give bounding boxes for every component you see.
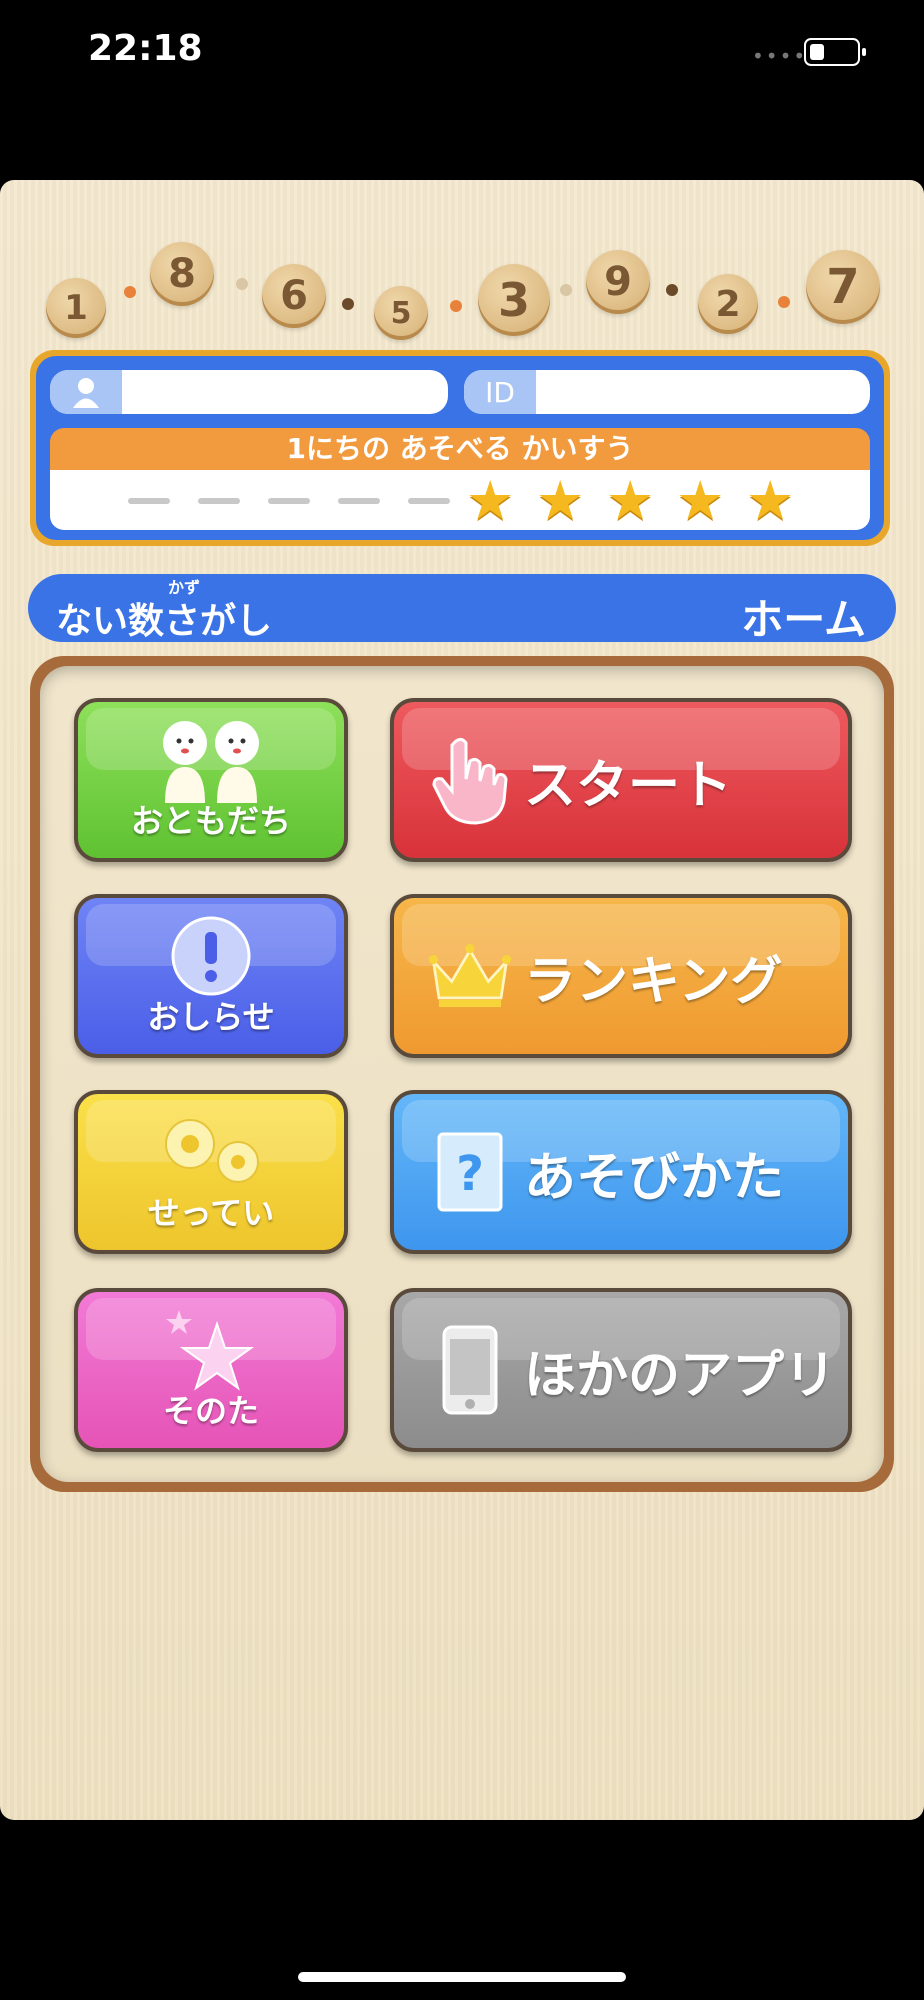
ranking-button[interactable]: ランキング	[390, 894, 852, 1058]
digit-chip: 5	[374, 286, 428, 340]
news-button[interactable]: おしらせ	[74, 894, 348, 1058]
svg-text:?: ?	[456, 1146, 484, 1202]
howto-button[interactable]: ? あそびかた	[390, 1090, 852, 1254]
signal-icon: ••••	[752, 44, 808, 68]
dot-decoration	[560, 284, 572, 296]
settings-label: せってい	[147, 1194, 275, 1232]
star-icon: ★	[536, 469, 585, 532]
star-icon: ★	[746, 469, 795, 532]
dot-decoration	[236, 278, 248, 290]
battery-icon	[804, 38, 866, 66]
gears-icon	[78, 1108, 344, 1196]
user-name-field	[50, 370, 448, 414]
dot-decoration	[124, 286, 136, 298]
pointing-hand-icon	[428, 702, 512, 858]
person-icon	[50, 370, 122, 414]
dot-decoration	[778, 296, 790, 308]
used-play-dash	[128, 498, 170, 504]
crown-icon	[428, 898, 512, 1054]
ranking-label: ランキング	[524, 951, 783, 1012]
game-title: ない数さがし	[56, 601, 273, 642]
smartphone-icon	[428, 1292, 512, 1448]
menu-board: おともだち スタート おしらせ ランキング せってい ? あそびかた そのた ほ…	[30, 656, 894, 1492]
dot-decoration	[666, 284, 678, 296]
digit-chip: 3	[478, 264, 550, 336]
used-play-dash	[338, 498, 380, 504]
settings-button[interactable]: せってい	[74, 1090, 348, 1254]
start-label: スタート	[524, 755, 733, 816]
start-button[interactable]: スタート	[390, 698, 852, 862]
other-apps-label: ほかのアプリ	[524, 1345, 837, 1406]
used-play-dash	[408, 498, 450, 504]
star-icon: ★	[606, 469, 655, 532]
screen-title: ホーム	[741, 595, 866, 644]
digit-chip: 6	[262, 264, 326, 328]
daily-plays-meter: ★ ★ ★ ★ ★	[50, 470, 870, 530]
digit-chip: 7	[806, 250, 880, 324]
app-screen: 1 8 6 5 3 9 2 7 ID 1にちの あそべる かいすう ★ ★ ★ …	[0, 180, 924, 1820]
friends-button[interactable]: おともだち	[74, 698, 348, 862]
used-play-dash	[198, 498, 240, 504]
friends-icon	[78, 716, 344, 804]
digit-chip: 2	[698, 274, 758, 334]
user-panel: ID 1にちの あそべる かいすう ★ ★ ★ ★ ★	[30, 350, 890, 546]
news-label: おしらせ	[147, 998, 275, 1036]
star-icon	[78, 1306, 344, 1394]
exclamation-icon	[78, 912, 344, 1000]
digit-chip: 1	[46, 278, 106, 338]
title-bar: かず ない数さがし ホーム	[28, 574, 896, 644]
digit-chip: 9	[586, 250, 650, 314]
id-tag: ID	[464, 370, 536, 414]
question-icon: ?	[428, 1094, 512, 1250]
friends-label: おともだち	[130, 802, 291, 840]
star-icon: ★	[466, 469, 515, 532]
other-button[interactable]: そのた	[74, 1288, 348, 1452]
digit-chip: 8	[150, 242, 214, 306]
other-apps-button[interactable]: ほかのアプリ	[390, 1288, 852, 1452]
daily-plays-title: 1にちの あそべる かいすう	[50, 428, 870, 470]
other-label: そのた	[162, 1392, 259, 1430]
dot-decoration	[450, 300, 462, 312]
status-time: 22:18	[88, 28, 203, 69]
status-bar: 22:18 ••••	[0, 0, 924, 110]
star-icon: ★	[676, 469, 725, 532]
home-indicator[interactable]	[298, 1972, 626, 1982]
howto-label: あそびかた	[524, 1147, 785, 1208]
digit-decoration: 1 8 6 5 3 9 2 7	[0, 180, 924, 350]
user-id-field: ID	[464, 370, 870, 414]
dot-decoration	[342, 298, 354, 310]
used-play-dash	[268, 498, 310, 504]
